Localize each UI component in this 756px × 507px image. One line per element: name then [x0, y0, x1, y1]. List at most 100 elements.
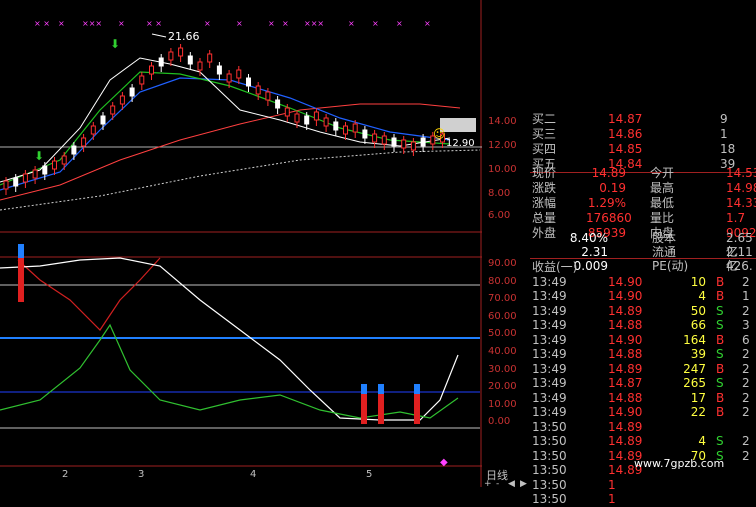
trade-row: 13:49 14.88 39 S 2 — [532, 347, 750, 361]
candle-body — [129, 87, 135, 97]
candle-body — [255, 85, 261, 95]
candle-body — [313, 111, 319, 121]
candle-body — [381, 135, 387, 145]
zoom-control-button[interactable]: ▶ — [520, 479, 527, 489]
candle-body — [149, 65, 154, 75]
price-tick: 10.00 — [488, 164, 517, 175]
candle-body — [61, 155, 67, 165]
osc-tick: 90.00 — [488, 258, 517, 269]
candle-body — [420, 137, 426, 147]
osc-axis: 90.00 80.00 70.00 60.00 50.00 40.00 30.00 20.00… — [482, 258, 532, 438]
osc-red-line — [17, 257, 161, 331]
trade-row: 13:49 14.90 22 B 2 — [532, 405, 750, 419]
candle-body — [246, 77, 251, 87]
price-tick: 12.00 — [488, 140, 517, 151]
trade-row: 13:49 14.89 50 S 2 — [532, 303, 750, 318]
candle-body — [32, 169, 38, 179]
svg-text:×: × — [204, 19, 211, 28]
candle-body — [323, 117, 329, 127]
candles — [3, 44, 445, 195]
summary-row: 现价14.89今开14.53 — [532, 166, 756, 180]
summary-row: 涨幅1.29%最低14.33 — [532, 196, 756, 210]
svg-text:×××: ××× — [82, 19, 102, 28]
trade-row: 13:49 14.90 10 B 2 — [532, 274, 750, 289]
candle-body — [226, 73, 232, 83]
zoom-control-button[interactable]: ◀ — [508, 479, 515, 489]
trade-header: 收益(一) — [532, 260, 578, 274]
x-tick: 4 — [250, 469, 257, 480]
trade-row: 13:50 1 — [532, 477, 616, 492]
ma20-line — [0, 77, 451, 191]
trade-row: 13:50 14.89 4 S 2 — [532, 434, 750, 448]
chart-area[interactable]: × × × ××× × × × × × × × ××× × × × × ⬇ ⬇ 21.66 ☺ 1… — [0, 0, 482, 487]
candle-body — [284, 107, 290, 117]
svg-text:×: × — [424, 19, 431, 28]
trade-row: 13:50 1 — [532, 492, 616, 506]
order-book: 买二 14.87 9 买三 14.86 1 买四 14.85 18 买五 14.84 39 — [530, 112, 756, 172]
x-tick: 3 — [138, 469, 145, 480]
candle-body — [158, 57, 164, 67]
candle-body — [265, 91, 271, 101]
osc-tick: 10.00 — [488, 398, 517, 410]
candle-body — [100, 115, 106, 125]
candle-body — [352, 123, 358, 133]
high-price-label: 21.66 — [168, 30, 200, 43]
order-book-row: 买四 14.85 18 — [532, 142, 736, 156]
candle-body — [139, 75, 145, 85]
candle-body — [304, 115, 310, 125]
osc-tick: 40.00 — [488, 346, 517, 357]
price-axis: 14.00 12.00 10.00 8.00 6.00 — [482, 110, 532, 230]
trade-row: 13:49 14.88 17 B 2 — [532, 390, 750, 405]
osc-tick: 0.00 — [488, 416, 511, 428]
zoom-control-button[interactable]: + — [484, 479, 492, 489]
candle-body — [22, 173, 28, 183]
trade-row: 13:49 14.89 247 B 2 — [532, 361, 750, 376]
candle-body — [187, 55, 193, 65]
svg-text:×××: ××× — [304, 19, 324, 28]
osc-tick: 20.00 — [488, 381, 517, 393]
summary-row: 涨跌0.19最高14.98 — [532, 181, 756, 195]
candle-body — [197, 61, 203, 71]
trade-row: 13:49 14.88 66 S 3 — [532, 318, 750, 332]
candle-body — [236, 69, 242, 79]
candle-body — [81, 137, 87, 147]
summary-row: 总量 176860 量比 1.7 — [532, 211, 746, 225]
current-price-label: 12.90 — [446, 138, 475, 149]
trade-row: 13:50 14.89 — [532, 419, 643, 434]
svg-text:×: × — [236, 19, 243, 28]
svg-text:×: × — [396, 19, 403, 28]
buy-arrow-icon: ⬇ — [34, 149, 44, 163]
svg-text:×: × — [118, 19, 125, 28]
price-tick: 8.00 — [488, 188, 511, 199]
price-tick: 14.00 — [488, 116, 517, 127]
candle-body — [294, 113, 300, 123]
diamond-icon: ◆ — [440, 457, 448, 468]
candle-body — [343, 125, 348, 135]
stats-row: 8.40% 股本 2.65亿 — [569, 231, 753, 259]
candle-body — [168, 51, 174, 61]
top-markers: × × × ××× × × × × × × × ××× × × × × — [34, 19, 431, 28]
svg-text:× ×: × × — [146, 19, 162, 28]
svg-text:×: × — [282, 19, 289, 28]
smile-icon: ☺ — [433, 127, 446, 141]
candle-body — [410, 141, 416, 151]
candle-body — [178, 47, 184, 57]
svg-text:×: × — [58, 19, 65, 28]
candle-body — [119, 95, 125, 105]
svg-text:×: × — [372, 19, 379, 28]
signal-bars — [18, 244, 420, 424]
osc-tick: 50.00 — [488, 328, 517, 340]
svg-text:×: × — [348, 19, 355, 28]
zoom-control-button[interactable]: - — [496, 479, 499, 489]
osc-tick: 30.00 — [488, 363, 517, 375]
trade-row: 13:49 14.90 4 B 1 — [532, 289, 750, 303]
ma60-line — [0, 103, 461, 201]
stats-row: 2.31 流通 2.11亿 — [581, 245, 753, 273]
candle-body — [13, 177, 19, 187]
watermark: www.7gpzb.com — [634, 457, 725, 470]
candle-body — [207, 53, 213, 63]
buy-arrow-icon: ⬇ — [110, 37, 120, 51]
candle-body — [110, 105, 116, 115]
order-book-row: 买二 14.87 9 — [532, 112, 728, 126]
candle-body — [71, 145, 77, 155]
